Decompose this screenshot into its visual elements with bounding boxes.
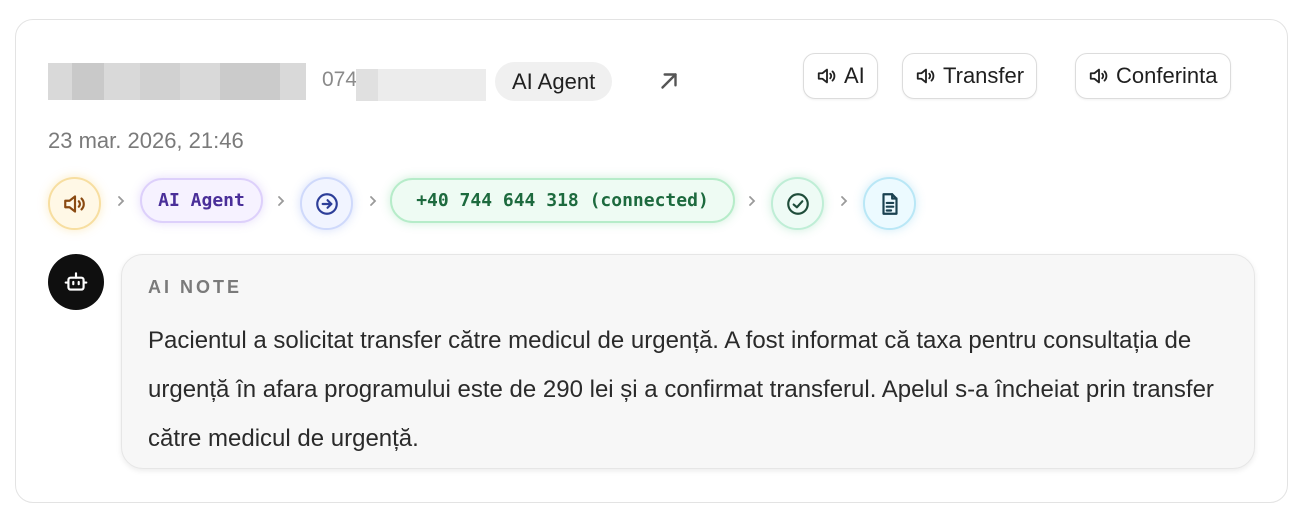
ai-avatar [48,254,104,310]
arrow-up-right-icon[interactable] [656,68,682,94]
chevron-right-icon [841,196,848,206]
speaker-icon [1089,68,1108,84]
chevron-right-icon [749,196,756,206]
flow-step-connected-number[interactable]: +40 744 644 318 (connected) [390,178,735,223]
ai-note-card: AI NOTE Pacientul a solicitat transfer c… [121,254,1255,469]
chevron-right-icon [278,196,285,206]
play-conference-audio-button[interactable]: Conferinta [1075,53,1231,99]
play-ai-audio-label: AI [844,63,865,88]
ai-note-label: AI NOTE [148,277,243,297]
chevron-right-icon [370,196,377,206]
flow-step-audio[interactable] [48,177,101,230]
speaker-icon [63,194,85,213]
flow-step-transfer[interactable] [300,177,353,230]
flow-step-completed[interactable] [771,177,824,230]
chevron-right-icon [118,196,125,206]
play-transfer-audio-button[interactable]: Transfer [902,53,1038,99]
document-icon [881,192,898,215]
agent-badge: AI Agent [495,62,613,101]
flow-step-transcript[interactable] [863,177,916,230]
play-transfer-audio-label: Transfer [943,63,1025,88]
play-ai-audio-button[interactable]: AI [803,53,878,99]
ai-note-text: Pacientul a solicitat transfer către med… [148,327,1214,452]
flow-step-ai-agent[interactable]: AI Agent [140,178,263,223]
check-circle-icon [786,192,809,215]
call-timestamp: 23 mar. 2026, 21:46 [48,128,244,153]
play-conference-audio-label: Conferinta [1116,63,1218,88]
speaker-icon [817,68,836,84]
arrow-right-circle-icon [315,192,338,215]
speaker-icon [916,68,935,84]
robot-icon [64,272,88,291]
caller-phone-prefix: 074 [322,68,358,91]
